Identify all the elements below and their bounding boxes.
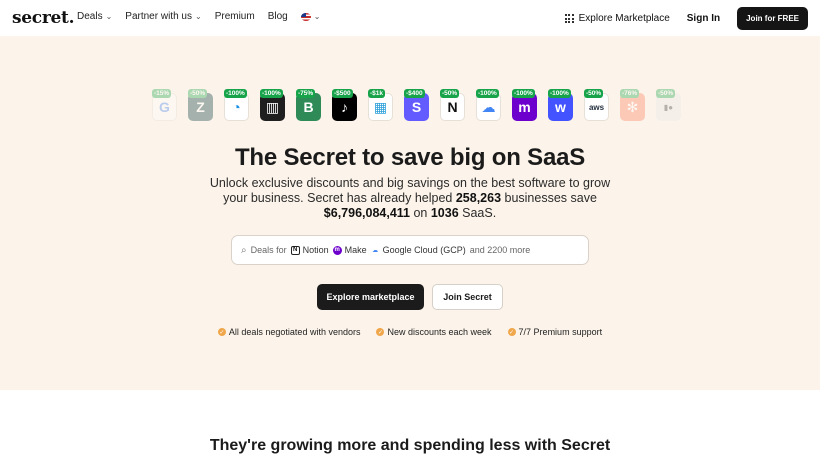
search-icon: ⌕ bbox=[241, 244, 247, 256]
saas-count: 1036 bbox=[430, 206, 459, 220]
menu-premium[interactable]: Premium bbox=[215, 11, 255, 22]
discount-badge: -100% bbox=[260, 89, 283, 98]
logo-tile-aws[interactable]: -50% aws bbox=[582, 89, 611, 122]
make-icon: m bbox=[332, 245, 342, 255]
logo-tile-tiktok[interactable]: -$500 ♪ bbox=[330, 89, 359, 122]
google-cloud-icon: ☁ bbox=[372, 247, 379, 254]
deals-search-input[interactable]: ⌕ Deals for N Notion m Make ☁ Google Clo… bbox=[231, 235, 589, 265]
explore-marketplace-link[interactable]: Explore Marketplace bbox=[564, 13, 670, 24]
chevron-down-icon: ⌄ bbox=[313, 12, 321, 21]
logo-tile-brevo[interactable]: -$1k ▦ bbox=[366, 89, 395, 122]
partner-logos: -15% G -50% Z -100% ◔ -100% ▥ -75% B -$500 ♪ -$1k ▦ -$… bbox=[150, 89, 683, 122]
discount-badge: -50% bbox=[440, 89, 460, 98]
chip-notion: N Notion bbox=[290, 245, 329, 255]
discount-badge: -$1k bbox=[368, 89, 386, 98]
join-secret-button[interactable]: Join Secret bbox=[432, 284, 503, 310]
menu-blog-label: Blog bbox=[267, 11, 288, 22]
menu-partner-label: Partner with us bbox=[125, 11, 192, 22]
discount-badge: -50% bbox=[188, 89, 208, 98]
logo[interactable]: secret. bbox=[12, 8, 74, 28]
check-icon: ✓ bbox=[217, 328, 226, 336]
discount-badge: -15% bbox=[152, 89, 172, 98]
feature-item: ✓ New discounts each week bbox=[376, 327, 492, 337]
nav-actions: Explore Marketplace Sign In Join for FRE… bbox=[564, 7, 808, 30]
subtitle-line2a: your business. Secret has already helped bbox=[223, 191, 456, 205]
hero-subtitle: Unlock exclusive discounts and big savin… bbox=[205, 176, 615, 221]
savings-amount: $6,796,084,411 bbox=[323, 206, 410, 220]
page-title: The Secret to save big on SaaS bbox=[234, 144, 586, 171]
top-nav: secret. Deals ⌄ Partner with us ⌄ Premiu… bbox=[0, 0, 820, 36]
menu-deals[interactable]: Deals ⌄ bbox=[77, 11, 112, 22]
language-selector[interactable]: ⌄ bbox=[300, 12, 321, 21]
explore-marketplace-button[interactable]: Explore marketplace bbox=[317, 284, 424, 310]
check-icon: ✓ bbox=[376, 328, 385, 336]
logo-tile-make[interactable]: -100% m bbox=[510, 89, 539, 122]
discount-badge: -100% bbox=[476, 89, 499, 98]
section-title: They're growing more and spending less w… bbox=[209, 437, 611, 454]
subtitle-line2b: businesses save bbox=[501, 191, 597, 205]
join-free-button[interactable]: Join for FREE bbox=[737, 7, 808, 30]
logo-tile-stripe[interactable]: -$400 S bbox=[402, 89, 431, 122]
discount-badge: -75% bbox=[296, 89, 316, 98]
explore-marketplace-label: Explore Marketplace bbox=[578, 13, 670, 24]
us-flag-icon bbox=[300, 12, 311, 21]
discount-badge: -76% bbox=[620, 89, 640, 98]
logo-tile-webflow[interactable]: -100% w bbox=[546, 89, 575, 122]
chip-notion-label: Notion bbox=[302, 245, 329, 255]
chip-make-label: Make bbox=[344, 245, 367, 255]
logo-tile-hubspot[interactable]: -76% ✻ bbox=[618, 89, 647, 122]
main-menu: Deals ⌄ Partner with us ⌄ Premium Blog ⌄ bbox=[77, 11, 320, 22]
feature-item: ✓ 7/7 Premium support bbox=[507, 327, 603, 337]
menu-deals-label: Deals bbox=[77, 11, 103, 22]
chevron-down-icon: ⌄ bbox=[105, 12, 113, 21]
logo-tile-zendesk[interactable]: -50% Z bbox=[186, 89, 215, 122]
logo-tile-google[interactable]: -15% G bbox=[150, 89, 179, 122]
discount-badge: -$500 bbox=[332, 89, 353, 98]
discount-badge: -100% bbox=[548, 89, 571, 98]
menu-blog[interactable]: Blog bbox=[268, 11, 288, 22]
search-prefix: Deals for bbox=[250, 245, 287, 255]
subtitle-line3a: on bbox=[410, 206, 431, 220]
feature-list: ✓ All deals negotiated with vendors ✓ Ne… bbox=[0, 327, 820, 337]
logo-tile-google-cloud[interactable]: -100% ☁ bbox=[474, 89, 503, 122]
discount-badge: -100% bbox=[224, 89, 247, 98]
discount-badge: -100% bbox=[512, 89, 535, 98]
menu-premium-label: Premium bbox=[214, 11, 255, 22]
logo-tile-intercom[interactable]: -100% ▥ bbox=[258, 89, 287, 122]
feature-label: All deals negotiated with vendors bbox=[228, 327, 361, 337]
chip-make: m Make bbox=[332, 245, 367, 255]
notion-icon: N bbox=[290, 245, 300, 255]
discount-badge: -50% bbox=[584, 89, 604, 98]
chevron-down-icon: ⌄ bbox=[194, 12, 202, 21]
discount-badge: -50% bbox=[656, 89, 676, 98]
logo-tile-bubble[interactable]: -75% B bbox=[294, 89, 323, 122]
chip-gcp: ☁ Google Cloud (GCP) bbox=[371, 245, 466, 255]
logo-tile-patreon[interactable]: -50% ▮● bbox=[654, 89, 683, 122]
menu-partner[interactable]: Partner with us ⌄ bbox=[125, 11, 201, 22]
grid-icon bbox=[564, 14, 574, 23]
businesses-count: 258,263 bbox=[455, 191, 502, 205]
feature-label: 7/7 Premium support bbox=[518, 327, 603, 337]
chip-gcp-label: Google Cloud (GCP) bbox=[382, 245, 466, 255]
logo-tile-sendinblue[interactable]: -100% ◔ bbox=[222, 89, 251, 122]
sign-in-link[interactable]: Sign In bbox=[687, 13, 720, 24]
search-suffix: and 2200 more bbox=[469, 245, 531, 255]
feature-item: ✓ All deals negotiated with vendors bbox=[217, 327, 361, 337]
discount-badge: -$400 bbox=[404, 89, 425, 98]
subtitle-line3b: SaaS. bbox=[458, 206, 497, 220]
feature-label: New discounts each week bbox=[387, 327, 492, 337]
check-icon: ✓ bbox=[507, 328, 516, 336]
subtitle-line1: Unlock exclusive discounts and big savin… bbox=[209, 176, 611, 190]
logo-tile-notion[interactable]: -50% N bbox=[438, 89, 467, 122]
